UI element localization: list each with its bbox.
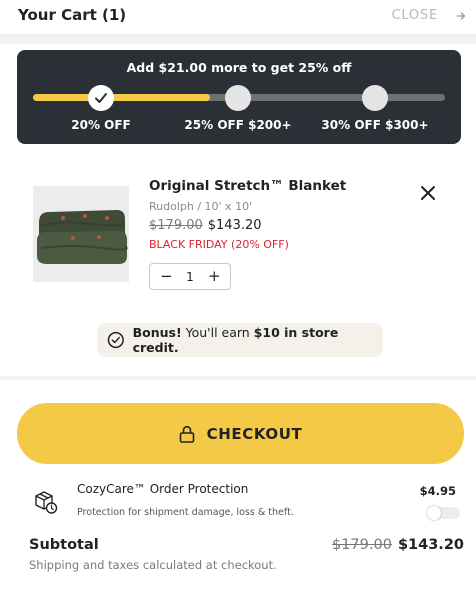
quantity-stepper: − 1 + (149, 263, 231, 290)
store-credit-banner: Bonus! You'll earn $10 in store credit. (97, 323, 383, 357)
bonus-lead: Bonus! (132, 325, 182, 340)
subtotal-prices: $179.00 $143.20 (332, 537, 464, 553)
milestone-label: 25% OFF $200+ (184, 118, 292, 132)
progress-message: Add $21.00 more to get 25% off (126, 60, 352, 75)
close-label: CLOSE (391, 8, 438, 23)
milestone-3 (362, 85, 388, 111)
bonus-text: Bonus! You'll earn $10 in store credit. (133, 325, 383, 355)
subtotal-original: $179.00 (331, 537, 392, 553)
discount-progress-card: Add $21.00 more to get 25% off 20% OFF 2… (17, 50, 461, 144)
protection-description: Protection for shipment damage, loss & t… (77, 507, 294, 518)
check-circle-icon (107, 331, 124, 349)
arrow-right-icon (456, 11, 466, 20)
checkout-button[interactable]: CHECKOUT (17, 403, 464, 464)
toggle-knob (427, 506, 441, 520)
close-button[interactable]: CLOSE (391, 8, 466, 23)
milestone-1 (88, 85, 114, 111)
quantity-value[interactable]: 1 (186, 270, 194, 284)
blanket-image (33, 186, 129, 282)
original-price: $179.00 (149, 218, 203, 233)
check-icon (95, 93, 107, 103)
section-divider (0, 376, 476, 380)
protection-price: $4.95 (419, 484, 456, 498)
product-price: $179.00 $143.20 (149, 218, 262, 233)
sale-price: $143.20 (207, 218, 262, 233)
milestone-label: 30% OFF $300+ (321, 118, 429, 132)
cart-title: Your Cart (1) (18, 6, 127, 24)
header-divider (0, 34, 476, 44)
subtotal-total: $143.20 (397, 537, 464, 553)
promo-label: BLACK FRIDAY (20% OFF) (149, 238, 289, 251)
progress-fill (33, 94, 211, 101)
decrease-quantity-button[interactable]: − (160, 269, 173, 284)
tax-note: Shipping and taxes calculated at checkou… (29, 558, 277, 572)
remove-item-button[interactable] (418, 183, 438, 203)
product-variant: Rudolph / 10' x 10' (149, 200, 253, 213)
bonus-text-before: You'll earn (181, 325, 254, 340)
close-icon (421, 186, 435, 200)
subtotal-label: Subtotal (29, 537, 99, 553)
increase-quantity-button[interactable]: + (208, 269, 221, 284)
milestone-label: 20% OFF (71, 118, 131, 132)
package-shield-icon (33, 489, 59, 515)
product-name[interactable]: Original Stretch™ Blanket (149, 178, 346, 194)
protection-title: CozyCare™ Order Protection (77, 482, 249, 496)
lock-icon (179, 425, 194, 443)
milestone-2 (225, 85, 251, 111)
cart-header: Your Cart (1) CLOSE (0, 0, 476, 34)
product-image[interactable] (33, 186, 129, 282)
checkout-label: CHECKOUT (206, 424, 303, 443)
protection-toggle[interactable] (427, 506, 460, 520)
